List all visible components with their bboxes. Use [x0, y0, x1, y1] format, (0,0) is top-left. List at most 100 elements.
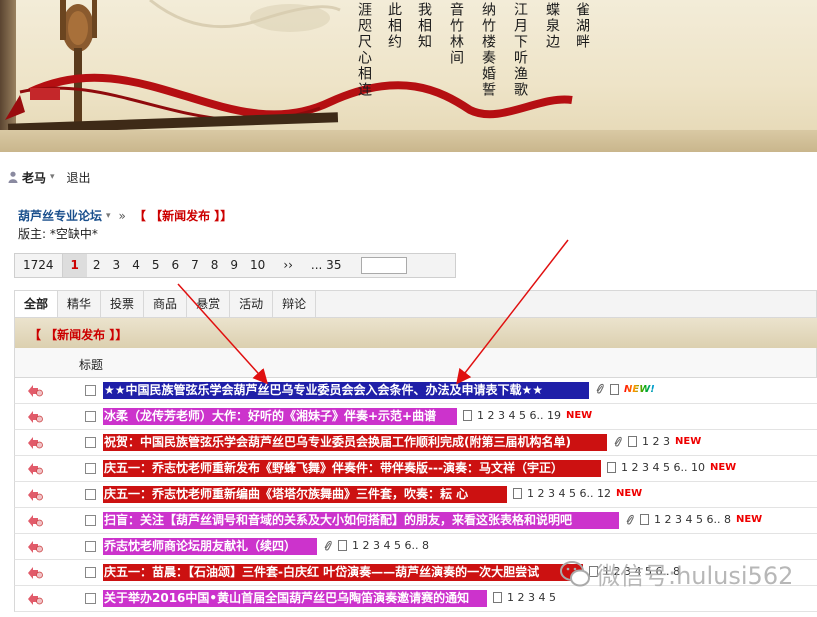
- category-header: 【 【新闻发布 】】: [14, 318, 817, 348]
- new-badge: NEW: [709, 462, 737, 473]
- thread-row: 扫盲：关注【葫芦丝调号和音域的关系及大小如何搭配】的朋友，来看这张表格和说明吧 1…: [14, 508, 817, 534]
- thread-row: 庆五一：乔志忱老师重新编曲《塔塔尔族舞曲》三件套，吹奏：耘 心 1 2 3 4 5…: [14, 482, 817, 508]
- thread-title-link[interactable]: 庆五一：苗晨：【石油颂】三件套-白庆红 叶岱演奏——葫芦丝演奏的一次大胆尝试: [103, 564, 583, 581]
- thread-checkbox[interactable]: [85, 489, 96, 500]
- next-page-link[interactable]: ››: [277, 254, 299, 277]
- paperclip-icon: [614, 436, 622, 447]
- poem-column: 涯咫尺心相连: [356, 2, 372, 98]
- username-link[interactable]: 老马: [22, 169, 46, 186]
- thread-title-link[interactable]: 祝贺：中国民族管弦乐学会葫芦丝巴乌专业委员会换届工作顺利完成(附第三届机构名单): [103, 434, 607, 451]
- thread-status-icon: [28, 463, 43, 475]
- pagination: 1724 1 2 3 4 5 6 7 8 9 10 ›› ... 35: [14, 253, 456, 278]
- poem-column: 我相知: [416, 2, 432, 50]
- page-link[interactable]: 4: [126, 254, 146, 277]
- paperclip-icon: [596, 383, 604, 394]
- thread-checkbox[interactable]: [85, 411, 96, 422]
- new-badge: NEW: [675, 436, 702, 447]
- thread-checkbox[interactable]: [85, 437, 96, 448]
- poem-column: 江月下听渔歌: [512, 2, 528, 98]
- thread-checkbox[interactable]: [85, 515, 96, 526]
- thread-checkbox[interactable]: [85, 463, 96, 474]
- document-icon: [610, 383, 619, 395]
- poem-column: 蝶泉边: [544, 2, 560, 50]
- thread-page-links[interactable]: 1 2 3 4 5 6.. 8: [654, 513, 731, 526]
- thread-meta: 1 2 3 4 5: [493, 591, 556, 604]
- thread-status-icon: [28, 385, 43, 397]
- page-link[interactable]: 8: [205, 254, 225, 277]
- thread-status-icon: [28, 437, 43, 449]
- poem-column: 雀湖畔: [574, 2, 590, 50]
- user-icon: [8, 171, 18, 183]
- logout-link[interactable]: 退出: [67, 169, 91, 186]
- poem-column: 音竹林间: [448, 2, 464, 66]
- new-badge: NEW!: [624, 383, 655, 395]
- chevron-down-icon[interactable]: ▾: [50, 172, 55, 182]
- thread-title-link[interactable]: 扫盲：关注【葫芦丝调号和音域的关系及大小如何搭配】的朋友，来看这张表格和说明吧: [103, 512, 619, 529]
- column-header: 标题: [14, 348, 817, 378]
- tab-goods[interactable]: 商品: [144, 291, 188, 317]
- page-link[interactable]: 10: [244, 254, 271, 277]
- watermark-text: 微信号:hulusi562: [596, 562, 794, 590]
- chevron-down-icon[interactable]: ▾: [106, 211, 111, 221]
- thread-checkbox[interactable]: [85, 593, 96, 604]
- new-badge: NEW: [735, 514, 763, 525]
- document-icon: [463, 410, 472, 421]
- page-jump-input[interactable]: [361, 257, 408, 274]
- thread-status-icon: [28, 489, 43, 501]
- page-link[interactable]: 6: [165, 254, 185, 277]
- tab-reward[interactable]: 悬赏: [187, 291, 231, 317]
- column-title: 标题: [79, 358, 104, 372]
- user-bar: 老马 ▾ 退出: [8, 168, 91, 186]
- thread-status-icon: [28, 515, 43, 527]
- document-icon: [607, 462, 616, 473]
- thread-title-link[interactable]: 关于举办2016中国•黄山首届全国葫芦丝巴乌陶笛演奏邀请赛的通知: [103, 590, 487, 607]
- document-icon: [628, 436, 637, 447]
- tab-activity[interactable]: 活动: [230, 291, 274, 317]
- thread-page-links[interactable]: 1 2 3 4 5 6.. 19: [477, 409, 561, 422]
- thread-checkbox[interactable]: [85, 541, 96, 552]
- document-icon: [493, 592, 502, 603]
- page-link[interactable]: 7: [185, 254, 205, 277]
- thread-page-links[interactable]: 1 2 3 4 5 6.. 12: [527, 487, 611, 500]
- moderator-info: 版主: *空缺中*: [18, 227, 98, 241]
- last-page-link[interactable]: ... 35: [305, 254, 348, 277]
- breadcrumb-category-link[interactable]: 【 【新闻发布 】】: [134, 207, 232, 224]
- thread-status-icon: [28, 567, 43, 579]
- thread-status-icon: [28, 541, 43, 553]
- tab-poll[interactable]: 投票: [101, 291, 145, 317]
- thread-page-links[interactable]: 1 2 3 4 5 6.. 8: [352, 539, 429, 552]
- page-link[interactable]: 3: [107, 254, 127, 277]
- poem-column: 此相约: [386, 2, 402, 50]
- thread-row: 祝贺：中国民族管弦乐学会葫芦丝巴乌专业委员会换届工作顺利完成(附第三届机构名单)…: [14, 430, 817, 456]
- thread-status-icon: [28, 411, 43, 423]
- thread-row: 庆五一：乔志忱老师重新发布《野蜂飞舞》伴奏件：带伴奏版---演奏：马文祥（宇正）…: [14, 456, 817, 482]
- poem-column: 纳竹楼奏婚誓: [480, 2, 496, 98]
- paperclip-icon: [324, 540, 332, 551]
- wechat-icon: [560, 560, 590, 586]
- tab-digest[interactable]: 精华: [58, 291, 102, 317]
- breadcrumb-forum-link[interactable]: 葫芦丝专业论坛: [18, 207, 102, 224]
- thread-meta: 1 2 3 4 5 6.. 8 NEW: [625, 513, 762, 526]
- tab-debate[interactable]: 辩论: [273, 291, 317, 317]
- breadcrumb: 葫芦丝专业论坛 ▾ » 【 【新闻发布 】】: [18, 207, 232, 224]
- thread-checkbox[interactable]: [85, 385, 96, 396]
- thread-page-links[interactable]: 1 2 3 4 5: [507, 591, 556, 604]
- thread-title-link[interactable]: 冰柔（龙传芳老师）大作：好听的《湘妹子》伴奏+示范+曲谱: [103, 408, 457, 425]
- thread-title-link[interactable]: 乔志忱老师商论坛朋友献礼（续四）: [103, 538, 317, 555]
- page-link[interactable]: 5: [146, 254, 166, 277]
- tab-all[interactable]: 全部: [15, 291, 59, 317]
- page-link[interactable]: 2: [87, 254, 107, 277]
- paperclip-icon: [626, 514, 634, 525]
- page-link[interactable]: 9: [224, 254, 244, 277]
- thread-status-icon: [28, 593, 43, 605]
- thread-title-link[interactable]: 庆五一：乔志忱老师重新编曲《塔塔尔族舞曲》三件套，吹奏：耘 心: [103, 486, 507, 503]
- document-icon: [338, 540, 347, 551]
- category-title: 【 【新闻发布 】】: [29, 328, 128, 342]
- thread-page-links[interactable]: 1 2 3: [642, 435, 670, 448]
- thread-title-link[interactable]: ★★中国民族管弦乐学会葫芦丝巴乌专业委员会会入会条件、办法及申请表下载★★: [103, 382, 589, 399]
- thread-checkbox[interactable]: [85, 567, 96, 578]
- thread-page-links[interactable]: 1 2 3 4 5 6.. 10: [621, 461, 705, 474]
- page-current: 1: [62, 254, 87, 277]
- thread-filter-tabs: 全部 精华 投票 商品 悬赏 活动 辩论: [14, 290, 817, 318]
- thread-title-link[interactable]: 庆五一：乔志忱老师重新发布《野蜂飞舞》伴奏件：带伴奏版---演奏：马文祥（宇正）: [103, 460, 601, 477]
